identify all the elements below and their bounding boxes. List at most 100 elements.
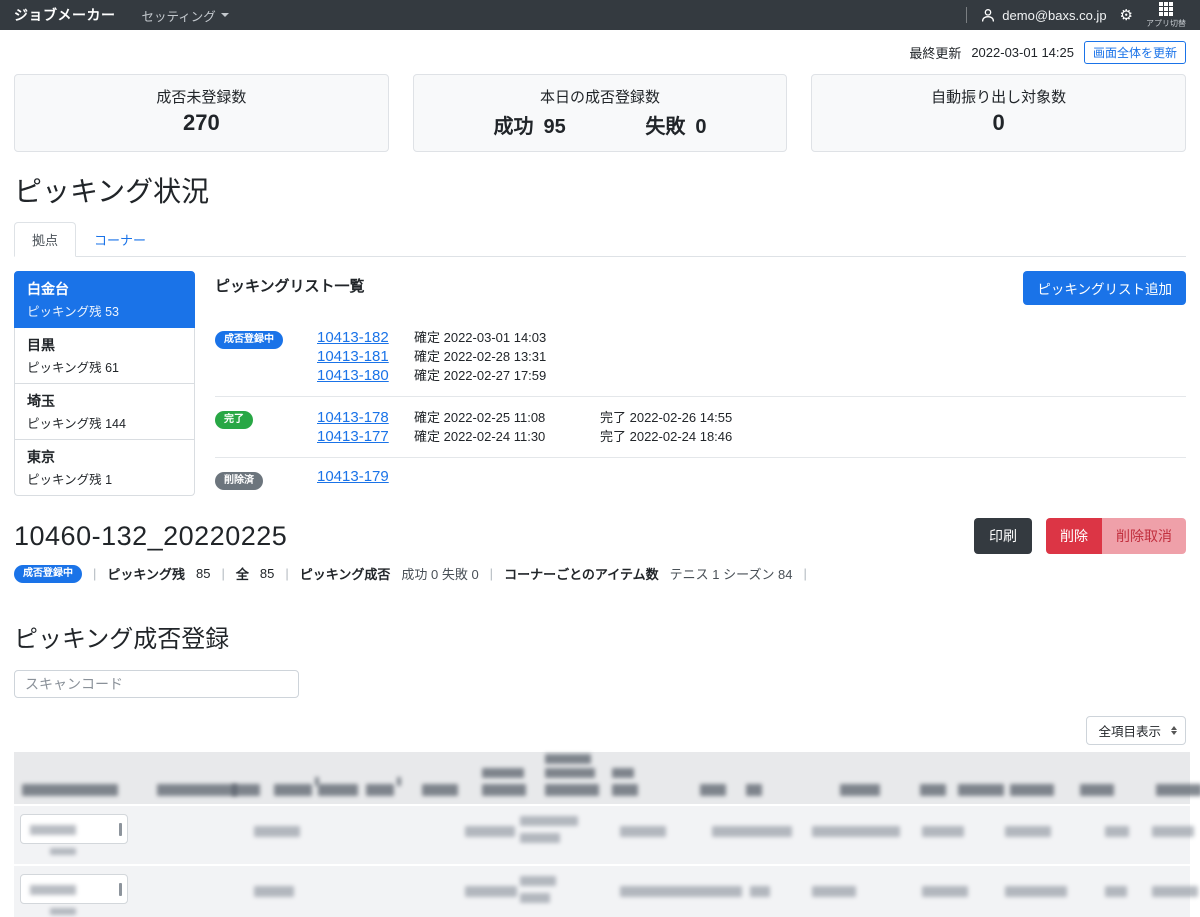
location-remaining: ピッキング残 1 (27, 469, 182, 488)
redacted-text (50, 908, 76, 915)
tab-corner[interactable]: コーナー (76, 222, 164, 257)
stat-label: 自動振り出し対象数 (812, 86, 1185, 107)
column-display-value: 全項目表示 (1098, 721, 1161, 740)
redacted-text (1010, 784, 1054, 796)
location-item[interactable]: 白金台ピッキング残 53 (14, 271, 195, 328)
topbar: 最終更新 2022-03-01 14:25 画面全体を更新 (0, 30, 1200, 68)
location-remaining: ピッキング残 61 (27, 357, 182, 376)
confirmed-date: 確定 2022-02-25 11:08 (414, 407, 600, 426)
chevron-down-icon (221, 13, 229, 17)
picking-list-items: 10413-179 (317, 468, 1186, 490)
list-item: 10413-178確定 2022-02-25 11:08完了 2022-02-2… (317, 407, 1186, 426)
stat-label: 本日の成否登録数 (414, 86, 787, 107)
nav-menu-setting-label: セッティング (142, 6, 216, 25)
confirmed-date: 確定 2022-02-28 13:31 (414, 346, 600, 365)
redacted-text (920, 784, 946, 796)
picking-list-link[interactable]: 10413-182 (317, 329, 414, 346)
table-header (14, 752, 1190, 804)
redacted-text (612, 768, 634, 778)
redacted-text (620, 826, 666, 837)
total-value: 85 (260, 566, 274, 581)
redacted-text (422, 784, 458, 796)
gear-icon[interactable]: ⚙ (1120, 8, 1133, 23)
app-switch-label: アプリ切替 (1146, 18, 1186, 29)
list-item: 10413-181確定 2022-02-28 13:31 (317, 346, 1186, 365)
row-code-select[interactable] (20, 814, 128, 844)
nav-divider (966, 7, 967, 23)
last-updated-label: 最終更新 (909, 43, 961, 62)
select-handle-icon (119, 823, 122, 836)
print-button[interactable]: 印刷 (974, 518, 1032, 554)
status-badge: 削除済 (215, 472, 263, 490)
location-remaining: ピッキング残 144 (27, 413, 182, 432)
user-menu[interactable]: demo@baxs.co.jp (980, 7, 1106, 23)
location-item[interactable]: 東京ピッキング残 1 (14, 440, 195, 496)
refresh-screen-button[interactable]: 画面全体を更新 (1084, 41, 1186, 64)
redacted-text (1005, 886, 1067, 897)
picking-list-items: 10413-182確定 2022-03-01 14:0310413-181確定 … (317, 327, 1186, 384)
row-code-select[interactable] (20, 874, 128, 904)
location-item[interactable]: 埼玉ピッキング残 144 (14, 384, 195, 440)
picking-list-link[interactable]: 10413-177 (317, 428, 414, 445)
redacted-text (30, 825, 76, 835)
grid-icon (1159, 2, 1173, 16)
nav-menu-setting[interactable]: セッティング (142, 6, 229, 25)
redacted-text (612, 784, 638, 796)
remaining-label: ピッキング残 (107, 564, 185, 583)
stat-card-unregistered: 成否未登録数 270 (14, 74, 389, 152)
confirmed-date: 確定 2022-03-01 14:03 (414, 327, 600, 346)
corner-label: コーナーごとのアイテム数 (504, 564, 659, 583)
redacted-text (1156, 784, 1200, 796)
picking-list-link[interactable]: 10413-178 (317, 409, 414, 426)
redacted-text (1152, 826, 1194, 837)
remaining-value: 85 (196, 566, 210, 581)
delete-button[interactable]: 削除 (1046, 518, 1102, 554)
add-picking-list-button[interactable]: ピッキングリスト追加 (1023, 271, 1186, 305)
list-item: 10413-177確定 2022-02-24 11:30完了 2022-02-2… (317, 426, 1186, 445)
picking-list-panel: ピッキングリスト一覧 ピッキングリスト追加 成否登録中10413-182確定 2… (215, 271, 1186, 502)
app-switch-button[interactable]: アプリ切替 (1146, 2, 1186, 29)
stat-label: 成否未登録数 (15, 86, 388, 107)
redacted-text (700, 784, 726, 796)
picking-list-group: 削除済 10413-179 (215, 457, 1186, 502)
picking-list-group: 完了10413-178確定 2022-02-25 11:08完了 2022-02… (215, 396, 1186, 457)
redacted-text (1080, 784, 1114, 796)
picking-list-link[interactable]: 10413-180 (317, 367, 414, 384)
undelete-button[interactable]: 削除取消 (1102, 518, 1186, 554)
redacted-text (545, 754, 591, 764)
redacted-text (157, 784, 237, 796)
detail-status-line: 成否登録中 | ピッキング残 85 | 全 85 | ピッキング成否 成功 0 … (14, 564, 1186, 583)
location-name: 東京 (27, 447, 182, 467)
redacted-text (620, 886, 742, 897)
location-item[interactable]: 目黒ピッキング残 61 (14, 328, 195, 384)
column-display-select[interactable]: 全項目表示 (1086, 716, 1186, 745)
redacted-text (366, 784, 394, 796)
app-brand: ジョブメーカー (14, 5, 116, 25)
redacted-text (482, 784, 526, 796)
redacted-text (520, 833, 560, 843)
page-title: ピッキング状況 (14, 170, 1186, 210)
redacted-text (274, 784, 312, 796)
redacted-text (812, 886, 856, 897)
redacted-text (746, 784, 762, 796)
select-handle-icon (119, 883, 122, 896)
redacted-text (545, 784, 599, 796)
redacted-text (397, 777, 401, 786)
stat-value: 0 (812, 110, 1185, 136)
list-item: 10413-180確定 2022-02-27 17:59 (317, 365, 1186, 384)
scan-code-input[interactable] (14, 670, 299, 698)
list-item: 10413-182確定 2022-03-01 14:03 (317, 327, 1186, 346)
confirmed-date: 確定 2022-02-24 11:30 (414, 426, 600, 445)
redacted-text (1105, 826, 1129, 837)
picking-list-link[interactable]: 10413-181 (317, 348, 414, 365)
location-name: 白金台 (27, 279, 182, 299)
redacted-text (50, 848, 76, 855)
tab-base[interactable]: 拠点 (14, 222, 76, 257)
list-item: 10413-179 (317, 468, 1186, 487)
total-label: 全 (236, 564, 249, 583)
navbar: ジョブメーカー セッティング demo@baxs.co.jp ⚙ アプリ切替 (0, 0, 1200, 30)
picking-list-link[interactable]: 10413-179 (317, 468, 414, 485)
table-row (14, 866, 1190, 917)
stat-success: 成功95 (493, 110, 565, 139)
picking-list-group: 成否登録中10413-182確定 2022-03-01 14:0310413-1… (215, 317, 1186, 396)
